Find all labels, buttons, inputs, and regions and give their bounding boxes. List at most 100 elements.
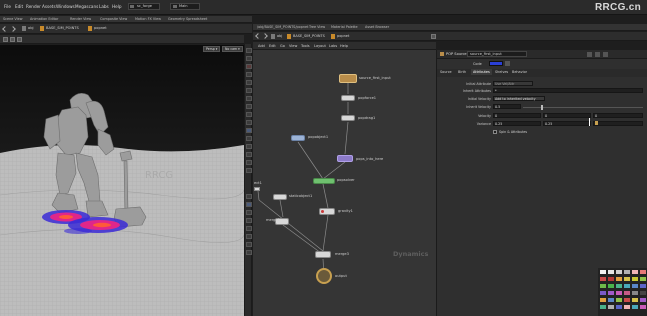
variance-y-field[interactable]: 0.25 <box>543 121 591 126</box>
palette-swatch[interactable] <box>607 276 615 282</box>
palette-swatch[interactable] <box>607 297 615 303</box>
gear-icon[interactable] <box>587 52 592 57</box>
node-name-field[interactable]: source_first_input <box>467 51 527 57</box>
node-popsolver[interactable] <box>313 178 335 184</box>
palette-swatch[interactable] <box>615 283 623 289</box>
palette-swatch[interactable] <box>623 276 631 282</box>
palette-swatch[interactable] <box>639 297 647 303</box>
tab-behavior[interactable]: Behavior <box>512 70 527 74</box>
side-tool-icon[interactable] <box>246 104 252 109</box>
side-tool-icon[interactable] <box>246 168 252 173</box>
variance-x-field[interactable]: 0.25 <box>493 121 541 126</box>
side-tool-icon[interactable] <box>246 202 252 207</box>
tab-network[interactable]: /obj/BASE_SIM_POINTS/popnet <box>257 25 308 29</box>
palette-swatch[interactable] <box>615 276 623 282</box>
side-tool-icon[interactable] <box>246 136 252 141</box>
side-tool-icon[interactable] <box>246 160 252 165</box>
node-pops-into-here[interactable] <box>337 155 353 162</box>
palette-swatch[interactable] <box>631 290 639 296</box>
variance-z-field[interactable]: 0 <box>593 121 643 126</box>
tab-shelves[interactable]: Shelves <box>495 70 508 74</box>
palette-swatch[interactable] <box>631 276 639 282</box>
palette-swatch[interactable] <box>607 283 615 289</box>
palette-swatch[interactable] <box>631 283 639 289</box>
palette-swatch[interactable] <box>599 276 607 282</box>
side-tool-icon[interactable] <box>246 152 252 157</box>
tab-attributes[interactable]: Attributes <box>471 69 492 75</box>
palette-swatch[interactable] <box>623 290 631 296</box>
back-arrow-icon[interactable] <box>255 33 261 39</box>
tab-animation-editor[interactable]: Animation Editor <box>30 17 58 21</box>
code-color-swatch[interactable] <box>489 61 503 66</box>
tab-source[interactable]: Source <box>440 70 452 74</box>
palette-swatch[interactable] <box>607 290 615 296</box>
tab-composite-view[interactable]: Composite View <box>100 17 127 21</box>
side-tool-icon[interactable] <box>246 210 252 215</box>
net-menu-help[interactable]: Help <box>340 44 348 48</box>
select-tool-icon[interactable] <box>3 37 8 42</box>
side-tool-icon[interactable] <box>246 56 252 61</box>
palette-swatch[interactable] <box>623 297 631 303</box>
net-menu-go[interactable]: Go <box>280 44 285 48</box>
node-output[interactable] <box>316 268 332 284</box>
palette-swatch[interactable] <box>615 297 623 303</box>
palette-swatch[interactable] <box>615 290 623 296</box>
tab-motion-fx[interactable]: Motion FX View <box>135 17 161 21</box>
node-merge3[interactable] <box>315 251 331 258</box>
palette-swatch[interactable] <box>639 283 647 289</box>
net-menu-tools[interactable]: Tools <box>301 44 310 48</box>
side-tool-icon[interactable] <box>246 194 252 199</box>
palette-swatch[interactable] <box>631 269 639 275</box>
side-tool-icon[interactable] <box>246 226 252 231</box>
palette-swatch[interactable] <box>623 304 631 310</box>
pin-icon[interactable] <box>431 34 436 39</box>
info-icon[interactable] <box>603 52 608 57</box>
net-menu-edit[interactable]: Edit <box>269 44 276 48</box>
camera-menu[interactable]: No cam ▾ <box>222 46 243 52</box>
palette-swatch[interactable] <box>599 269 607 275</box>
palette-swatch[interactable] <box>639 290 647 296</box>
palette-swatch[interactable] <box>599 283 607 289</box>
node-popdrag1[interactable] <box>341 115 355 121</box>
palette-swatch[interactable] <box>631 297 639 303</box>
menu-render[interactable]: Render <box>26 4 41 9</box>
palette-swatch[interactable] <box>623 283 631 289</box>
tab-render-view[interactable]: Render View <box>70 17 91 21</box>
menu-labs[interactable]: Labs <box>99 4 109 9</box>
side-tool-icon[interactable] <box>246 128 252 133</box>
inherit-velocity-slider-handle[interactable] <box>541 105 543 110</box>
path-geo[interactable]: BASE_SIM_POINTS <box>46 26 79 30</box>
persp-menu[interactable]: Persp ▾ <box>203 46 221 52</box>
help-icon[interactable] <box>595 52 600 57</box>
palette-swatch[interactable] <box>607 304 615 310</box>
node-staticobject1[interactable] <box>273 194 287 200</box>
node-popobject1[interactable] <box>291 135 305 141</box>
side-tool-icon[interactable] <box>246 88 252 93</box>
initial-attribute-menu[interactable]: Use Vel/Attr <box>493 81 533 86</box>
tab-tree-view[interactable]: Tree View <box>309 25 325 29</box>
menu-windows[interactable]: Windows <box>56 4 75 9</box>
inherit-attributes-field[interactable]: * <box>493 88 643 93</box>
net-menu-labs[interactable]: Labs <box>329 44 337 48</box>
side-tool-icon[interactable] <box>246 72 252 77</box>
net-path-geo[interactable]: BASE_SIM_POINTS <box>293 34 325 38</box>
palette-swatch[interactable] <box>623 269 631 275</box>
net-menu-add[interactable]: Add <box>258 44 265 48</box>
net-path-obj[interactable]: obj <box>277 34 282 38</box>
forward-arrow-icon[interactable] <box>262 33 268 39</box>
menu-help[interactable]: Help <box>112 4 122 9</box>
palette-swatch[interactable] <box>615 304 623 310</box>
tab-asset-browser[interactable]: Asset Browser <box>365 25 389 29</box>
menu-assets[interactable]: Assets <box>42 4 56 9</box>
tab-material-palette[interactable]: Material Palette <box>331 25 358 29</box>
side-tool-icon[interactable] <box>246 64 252 69</box>
palette-swatch[interactable] <box>599 304 607 310</box>
inherit-velocity-field[interactable]: 0.5 <box>493 104 521 109</box>
path-obj[interactable]: obj <box>28 26 33 30</box>
side-tool-icon[interactable] <box>246 112 252 117</box>
back-arrow-icon[interactable] <box>2 26 8 32</box>
palette-swatch[interactable] <box>639 269 647 275</box>
side-tool-icon[interactable] <box>246 96 252 101</box>
scene-viewport[interactable]: RRCG Persp ▾ No cam ▾ <box>0 45 244 316</box>
palette-swatch[interactable] <box>631 304 639 310</box>
